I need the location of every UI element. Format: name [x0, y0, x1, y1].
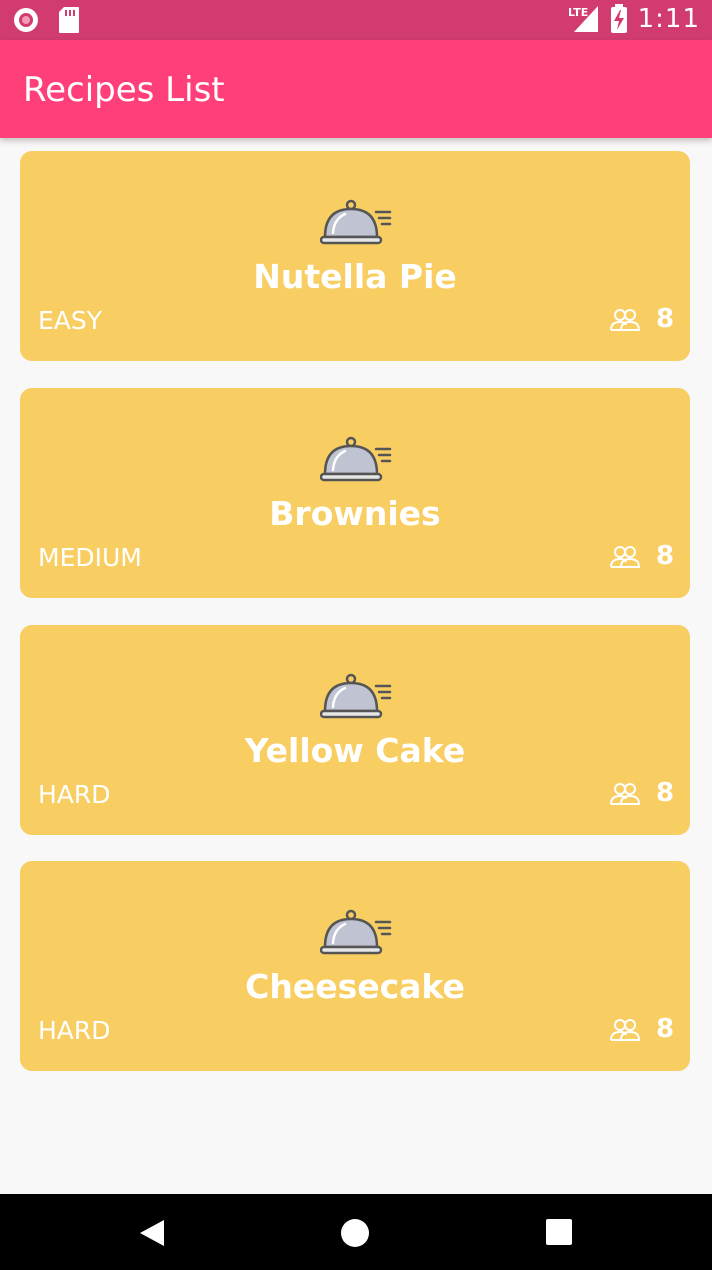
recipe-difficulty: HARD	[38, 780, 111, 809]
recipe-card[interactable]: Yellow Cake HARD 8	[20, 625, 690, 835]
recipe-servings: 8	[656, 541, 675, 571]
recipe-servings: 8	[656, 304, 675, 334]
recipe-name: Cheesecake	[245, 967, 465, 1006]
cloche-icon	[320, 909, 392, 955]
record-icon	[14, 8, 38, 32]
app-bar: Recipes List	[0, 40, 712, 138]
home-icon[interactable]	[340, 1218, 370, 1248]
signal-icon: LTE	[568, 6, 598, 32]
recipe-name: Brownies	[269, 494, 441, 533]
people-icon	[610, 546, 640, 568]
people-icon	[610, 1019, 640, 1041]
status-time: 1:11	[637, 4, 700, 34]
recipe-card[interactable]: Cheesecake HARD 8	[20, 861, 690, 1071]
page-title: Recipes List	[23, 70, 225, 110]
recipe-card[interactable]: Nutella Pie EASY 8	[20, 151, 690, 361]
recipe-name: Yellow Cake	[244, 731, 466, 770]
recipe-difficulty: HARD	[38, 1016, 111, 1045]
recipes-screen: LTE 1:11 Recipes List Nutella Pie EASY 8 Br…	[0, 0, 712, 1270]
cloche-icon	[320, 673, 392, 719]
cloche-icon	[320, 436, 392, 482]
recents-icon[interactable]	[545, 1218, 573, 1246]
cloche-icon	[320, 199, 392, 245]
recipe-name: Nutella Pie	[253, 257, 457, 296]
recipe-difficulty: EASY	[38, 306, 103, 335]
back-icon[interactable]	[138, 1218, 166, 1248]
navigation-bar	[0, 1194, 712, 1270]
recipe-servings: 8	[656, 1014, 675, 1044]
people-icon	[610, 309, 640, 331]
recipe-difficulty: MEDIUM	[38, 543, 142, 572]
status-bar: LTE 1:11	[0, 0, 712, 40]
people-icon	[610, 783, 640, 805]
sd-card-icon	[59, 7, 79, 33]
network-label: LTE	[568, 6, 588, 19]
recipe-servings: 8	[656, 778, 675, 808]
battery-charging-icon	[610, 4, 627, 33]
recipe-card[interactable]: Brownies MEDIUM 8	[20, 388, 690, 598]
